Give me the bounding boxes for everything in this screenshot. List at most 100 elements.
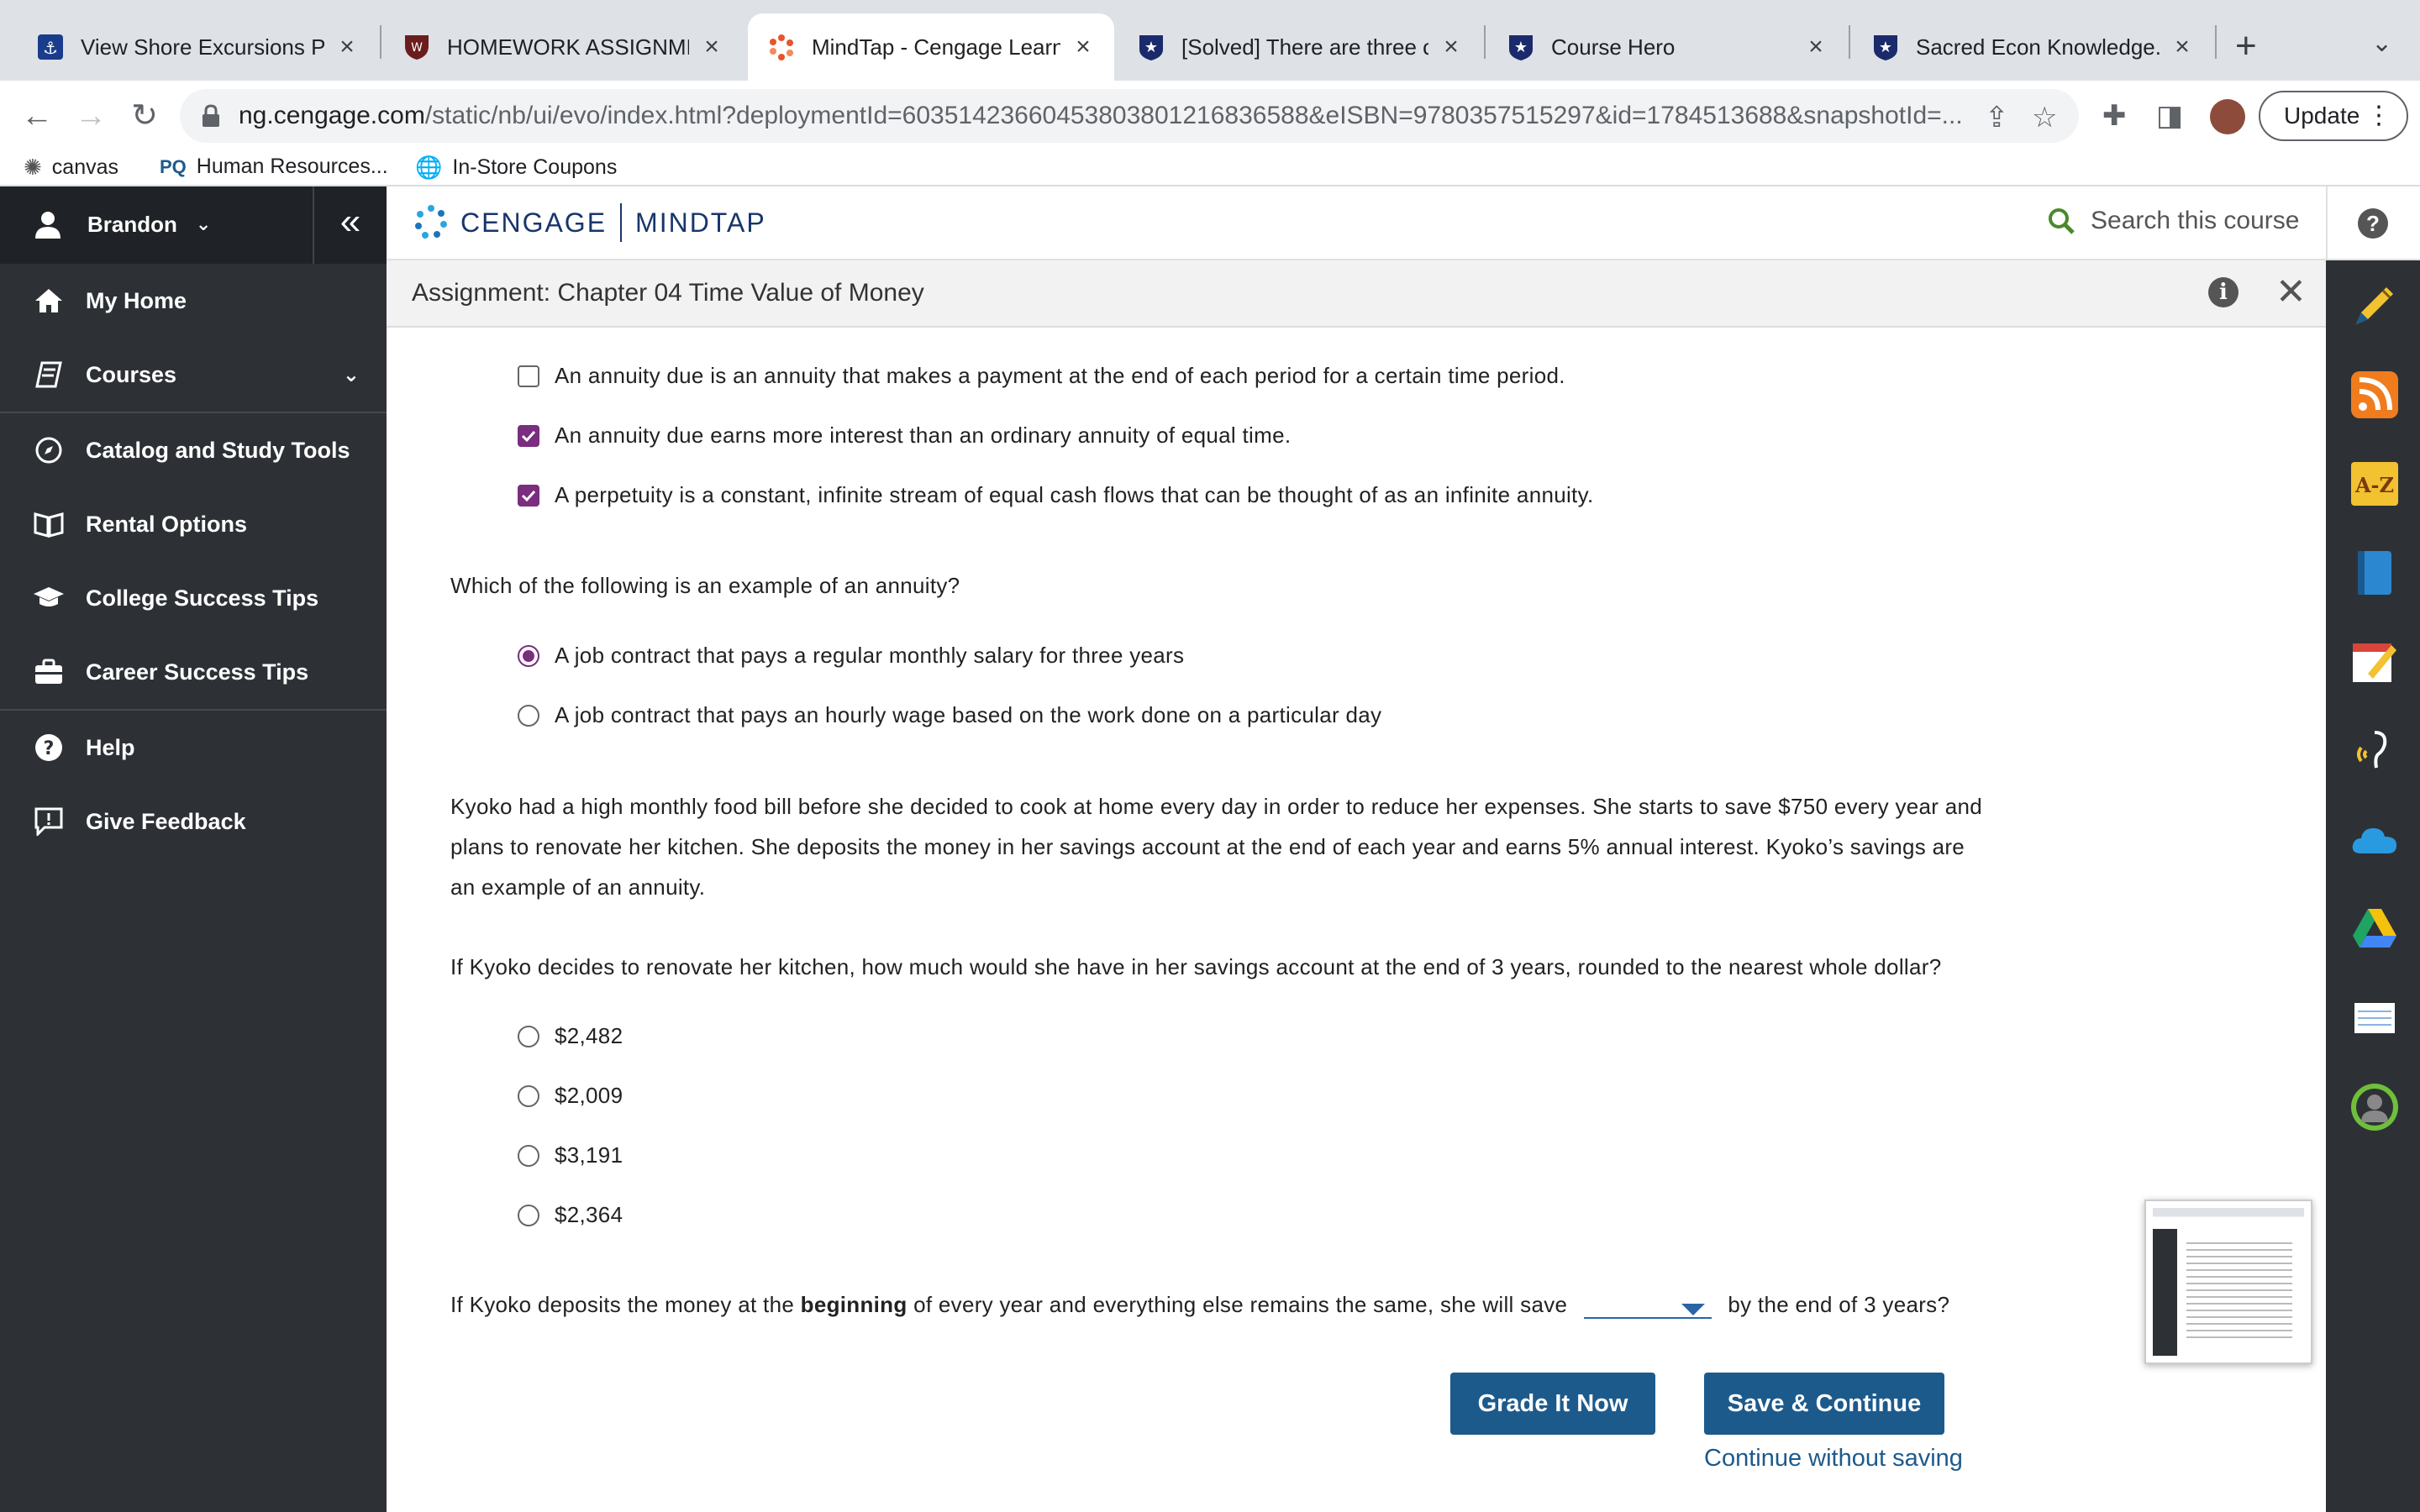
sidebar-item-career-success[interactable]: Career Success Tips bbox=[0, 635, 387, 709]
help-icon[interactable]: ? bbox=[2358, 208, 2388, 239]
tab-title: View Shore Excursions Prod bbox=[81, 34, 324, 60]
checkbox-option[interactable]: A perpetuity is a constant, infinite str… bbox=[518, 482, 1593, 508]
question-text: of every year and everything else remain… bbox=[913, 1292, 1568, 1317]
brand-divider bbox=[620, 203, 623, 242]
glossary-icon[interactable]: A-Z bbox=[2349, 459, 2400, 509]
checkbox-option[interactable]: An annuity due earns more interest than … bbox=[518, 423, 1291, 449]
info-icon[interactable]: i bbox=[2208, 277, 2238, 307]
bookmark-human-resources[interactable]: PQ Human Resources... bbox=[160, 155, 388, 179]
checkbox-checked[interactable] bbox=[518, 424, 539, 447]
user-menu[interactable]: Brandon ⌄ bbox=[34, 210, 211, 239]
sidebar-item-help[interactable]: ? Help bbox=[0, 711, 387, 785]
radio-option[interactable]: $2,364 bbox=[518, 1202, 623, 1228]
cengage-mindtap-logo[interactable]: CENGAGE MINDTAP bbox=[412, 203, 766, 242]
reload-icon[interactable]: ↻ bbox=[124, 96, 165, 136]
tab-solved-question[interactable]: ★ [Solved] There are three ca × bbox=[1118, 13, 1482, 81]
tab-homework-assignment[interactable]: W HOMEWORK ASSIGNMENT × bbox=[383, 13, 743, 81]
brand-cengage: CENGAGE bbox=[460, 207, 608, 238]
close-tab-icon[interactable]: × bbox=[334, 33, 360, 61]
option-text: $2,482 bbox=[555, 1023, 623, 1048]
search-icon bbox=[2049, 208, 2075, 234]
profile-avatar[interactable] bbox=[2210, 99, 2245, 134]
bookmark-label: Human Resources... bbox=[196, 155, 388, 178]
star-icon[interactable]: ☆ bbox=[2032, 101, 2057, 134]
tab-mindtap[interactable]: MindTap - Cengage Learnin × bbox=[748, 13, 1114, 81]
cloud-icon[interactable] bbox=[2349, 815, 2400, 865]
update-button[interactable]: Update ⋮ bbox=[2259, 91, 2408, 141]
question-text: by the end of 3 years? bbox=[1728, 1292, 1950, 1317]
extensions-icon[interactable]: ✚ bbox=[2102, 99, 2127, 133]
save-and-continue-button[interactable]: Save & Continue bbox=[1704, 1373, 1944, 1435]
side-panel-icon[interactable]: ◨ bbox=[2156, 99, 2183, 133]
collapse-sidebar-icon[interactable]: « bbox=[313, 186, 387, 264]
avatar-icon[interactable] bbox=[2349, 1082, 2400, 1132]
radio-option[interactable]: $3,191 bbox=[518, 1142, 623, 1168]
option-text: An annuity due is an annuity that makes … bbox=[555, 363, 1565, 388]
tab-separator bbox=[1484, 25, 1486, 59]
checkbox-option[interactable]: An annuity due is an annuity that makes … bbox=[518, 363, 1565, 389]
brand-header: CENGAGE MINDTAP Search this course bbox=[387, 186, 2326, 260]
radio[interactable] bbox=[518, 1144, 539, 1167]
checkmark-icon bbox=[521, 490, 536, 501]
search-placeholder: Search this course bbox=[2091, 207, 2300, 234]
answer-dropdown[interactable] bbox=[1583, 1294, 1712, 1320]
question-emphasis: beginning bbox=[800, 1292, 908, 1317]
sidebar-item-college-success[interactable]: College Success Tips bbox=[0, 561, 387, 635]
radio-option[interactable]: A job contract that pays a regular month… bbox=[518, 643, 1184, 669]
radio-option[interactable]: $2,009 bbox=[518, 1083, 623, 1109]
grade-it-now-button[interactable]: Grade It Now bbox=[1450, 1373, 1655, 1435]
radio-selected[interactable] bbox=[518, 644, 539, 667]
radio-option[interactable]: $2,482 bbox=[518, 1023, 623, 1049]
pencil-icon[interactable] bbox=[2349, 281, 2400, 331]
radio-option[interactable]: A job contract that pays an hourly wage … bbox=[518, 702, 1381, 728]
browser-tab-bar: ⚓ View Shore Excursions Prod × W HOMEWOR… bbox=[0, 0, 2420, 81]
question-kitchen-savings: If Kyoko decides to renovate her kitchen… bbox=[450, 954, 1942, 979]
sidebar-item-catalog[interactable]: Catalog and Study Tools bbox=[0, 413, 387, 487]
user-name: Brandon bbox=[87, 211, 177, 237]
sidebar-item-courses[interactable]: Courses ⌄ bbox=[0, 338, 387, 412]
tab-sacred-econ[interactable]: ★ Sacred Econ Knowledge.pd × bbox=[1852, 13, 2213, 81]
close-tab-icon[interactable]: × bbox=[1439, 33, 1464, 61]
course-search[interactable]: Search this course bbox=[2047, 207, 2299, 235]
notes-icon[interactable] bbox=[2349, 637, 2400, 687]
browser-toolbar: ← → ↻ ng.cengage.com/static/nb/ui/evo/in… bbox=[0, 81, 2420, 151]
radio[interactable] bbox=[518, 704, 539, 727]
readspeaker-icon[interactable] bbox=[2349, 726, 2400, 776]
tab-course-hero[interactable]: ★ Course Hero × bbox=[1487, 13, 1847, 81]
chevron-down-icon[interactable]: ⌄ bbox=[2371, 29, 2392, 58]
radio[interactable] bbox=[518, 1204, 539, 1226]
bookmark-canvas[interactable]: ✺ canvas bbox=[24, 155, 118, 181]
rss-icon[interactable] bbox=[2349, 370, 2400, 420]
screenshot-thumbnail[interactable] bbox=[2144, 1200, 2312, 1364]
radio[interactable] bbox=[518, 1084, 539, 1107]
rail-header: ? bbox=[2326, 186, 2420, 260]
bookmarks-bar: ✺ canvas PQ Human Resources... 🌐 In-Stor… bbox=[0, 151, 2420, 186]
tab-separator bbox=[380, 25, 381, 59]
checkbox-checked[interactable] bbox=[518, 484, 539, 507]
continue-without-saving-link[interactable]: Continue without saving bbox=[1704, 1445, 1963, 1473]
sidebar-item-rental-options[interactable]: Rental Options bbox=[0, 487, 387, 561]
checkbox[interactable] bbox=[518, 365, 539, 387]
flashcards-icon[interactable] bbox=[2349, 993, 2400, 1043]
forward-arrow-icon[interactable]: → bbox=[71, 96, 111, 136]
close-tab-icon[interactable]: × bbox=[1803, 33, 1828, 61]
close-tab-icon[interactable]: × bbox=[1071, 33, 1096, 61]
new-tab-icon[interactable]: + bbox=[2235, 25, 2257, 67]
close-icon[interactable]: ✕ bbox=[2275, 270, 2307, 313]
ebook-icon[interactable] bbox=[2349, 548, 2400, 598]
radio[interactable] bbox=[518, 1025, 539, 1047]
bookmark-in-store-coupons[interactable]: 🌐 In-Store Coupons bbox=[415, 155, 617, 181]
kyoko-scenario: Kyoko had a high monthly food bill befor… bbox=[450, 794, 1983, 900]
address-bar[interactable]: ng.cengage.com/static/nb/ui/evo/index.ht… bbox=[180, 89, 2079, 143]
sidebar-item-give-feedback[interactable]: Give Feedback bbox=[0, 785, 387, 858]
tab-title: Course Hero bbox=[1551, 34, 1676, 60]
tab-shore-excursions[interactable]: ⚓ View Shore Excursions Prod × bbox=[17, 13, 378, 81]
canvas-icon: ✺ bbox=[24, 155, 42, 180]
sidebar-item-my-home[interactable]: My Home bbox=[0, 264, 387, 338]
close-tab-icon[interactable]: × bbox=[699, 33, 724, 61]
google-drive-icon[interactable] bbox=[2349, 904, 2400, 954]
back-arrow-icon[interactable]: ← bbox=[17, 96, 57, 136]
svg-text:★: ★ bbox=[1144, 39, 1158, 56]
share-icon[interactable]: ⇪ bbox=[1985, 101, 2009, 134]
close-tab-icon[interactable]: × bbox=[2170, 33, 2195, 61]
